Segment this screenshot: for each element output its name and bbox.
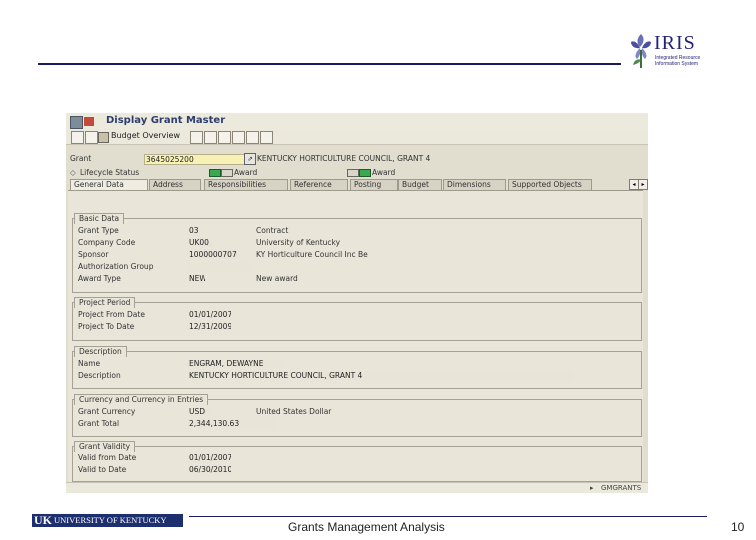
display-change-icon[interactable] <box>71 131 84 144</box>
valid-to-label: Valid to Date <box>78 465 127 474</box>
project-from-field[interactable]: 01/01/2007 <box>188 310 231 319</box>
budget-overview-label: Budget Overview <box>111 131 180 140</box>
tab-reference[interactable]: Reference <box>290 179 348 190</box>
grant-currency-field[interactable]: USD <box>188 407 213 416</box>
description-field[interactable]: KENTUCKY HORTICULTURE COUNCIL, GRANT 4 <box>188 371 573 380</box>
project-to-field[interactable]: 12/31/2009 <box>188 322 231 331</box>
tab-general-data[interactable]: General Data <box>70 179 148 190</box>
lifecycle-status-label: Lifecycle Status <box>80 168 140 177</box>
description-label: Description <box>78 371 121 380</box>
grant-description-text: KENTUCKY HORTICULTURE COUNCIL, GRANT 4 <box>257 154 431 163</box>
grant-total-label: Grant Total <box>78 419 120 428</box>
grant-type-field[interactable]: 03 <box>188 226 201 235</box>
iris-flower-icon <box>631 34 651 68</box>
company-code-description: University of Kentucky <box>256 238 341 247</box>
tab-address[interactable]: Address <box>149 179 201 190</box>
tab-dimensions[interactable]: Dimensions <box>443 179 506 190</box>
status-led-icon <box>347 169 359 177</box>
award-status-label: Award <box>234 168 258 177</box>
sponsor-field[interactable]: 1000000707 <box>188 250 239 259</box>
budget-overview-button[interactable]: Budget Overview <box>98 130 180 143</box>
grant-total-field[interactable]: 2,344,130.63 <box>188 419 275 428</box>
award-type-description: New award <box>256 274 298 283</box>
basic-data-title: Basic Data <box>74 213 125 224</box>
grant-type-label: Grant Type <box>78 226 119 235</box>
name-field[interactable]: ENGRAM, DEWAYNE <box>188 359 285 368</box>
valid-from-label: Valid from Date <box>78 453 137 462</box>
budget-icon <box>98 132 109 143</box>
grant-type-description: Contract <box>256 226 289 235</box>
sap-grant-master-window: Display Grant Master Budget Overview Gra… <box>66 113 648 493</box>
grant-currency-label: Grant Currency <box>78 407 136 416</box>
project-from-label: Project From Date <box>78 310 145 319</box>
tab-supported-objects[interactable]: Supported Objects <box>508 179 592 190</box>
iris-wordmark: IRIS <box>654 32 696 54</box>
sap-application-toolbar: Budget Overview <box>66 130 648 145</box>
other-object-icon[interactable] <box>85 131 98 144</box>
sap-title-bar: Display Grant Master <box>66 113 648 131</box>
sponsor-label: Sponsor <box>78 250 109 259</box>
toolbar-blank-button[interactable] <box>218 131 231 144</box>
company-code-field[interactable]: UK00 <box>188 238 213 247</box>
toolbar-blank-button[interactable] <box>232 131 245 144</box>
search-icon[interactable]: ⇗ <box>244 153 256 165</box>
grant-validity-group <box>72 446 642 482</box>
award-type-label: Award Type <box>78 274 121 283</box>
sap-status-bar: ▸ GMGRANTS <box>66 482 648 493</box>
uk-logo-wordmark: UNIVERSITY OF KENTUCKY <box>54 515 167 525</box>
company-code-label: Company Code <box>78 238 136 247</box>
transaction-code-text: GMGRANTS <box>601 484 642 492</box>
description-title: Description <box>74 346 127 357</box>
project-period-title: Project Period <box>74 297 136 308</box>
valid-from-field[interactable]: 01/01/2007 <box>188 453 231 462</box>
sap-menu-icon[interactable] <box>70 116 83 129</box>
uk-logo-mark: UK <box>34 513 52 527</box>
currency-title: Currency and Currency in Entries <box>74 394 209 405</box>
authorization-group-field[interactable] <box>188 262 251 271</box>
status-led-icon <box>209 169 221 177</box>
tab-responsibilities[interactable]: Responsibilities <box>204 179 288 190</box>
grant-currency-description: United States Dollar <box>256 407 332 416</box>
footer-title: Grants Management Analysis <box>288 520 445 534</box>
award-status-label: Award <box>372 168 396 177</box>
valid-to-field[interactable]: 06/30/2010 <box>188 465 231 474</box>
tab-scroll-right-icon[interactable]: ▸ <box>638 179 648 190</box>
grant-label: Grant <box>70 154 92 163</box>
toolbar-blank-button[interactable] <box>190 131 203 144</box>
toolbar-blank-button[interactable] <box>246 131 259 144</box>
grant-number-field[interactable]: 3645025200 <box>144 154 245 165</box>
sap-screen-title: Display Grant Master <box>106 115 226 126</box>
name-label: Name <box>78 359 101 368</box>
page-number: 10 <box>731 520 745 534</box>
toolbar-blank-button[interactable] <box>204 131 217 144</box>
university-of-kentucky-logo: UK UNIVERSITY OF KENTUCKY <box>32 514 183 527</box>
tab-posting[interactable]: Posting <box>350 179 398 190</box>
award-type-field[interactable]: NEW <box>188 274 205 283</box>
iris-logo: IRIS Integrated Resource Information Sys… <box>628 28 708 70</box>
grant-validity-title: Grant Validity <box>74 441 136 452</box>
status-bar-arrow-icon[interactable]: ▸ <box>590 484 594 492</box>
header-divider <box>38 63 621 65</box>
iris-tagline: Information System <box>655 61 699 67</box>
project-to-label: Project To Date <box>78 322 135 331</box>
sap-toggle-icon[interactable] <box>84 117 94 126</box>
footer-divider <box>189 516 707 517</box>
toolbar-blank-button[interactable] <box>260 131 273 144</box>
authorization-group-label: Authorization Group <box>78 262 154 271</box>
status-led-icon <box>221 169 233 177</box>
sponsor-description: KY Horticulture Council Inc Be <box>256 250 368 259</box>
tab-budget[interactable]: Budget <box>398 179 442 190</box>
project-period-group <box>72 302 642 341</box>
description-group <box>72 351 642 389</box>
collapse-arrow-icon[interactable]: ◇ <box>70 168 76 177</box>
status-led-icon <box>359 169 371 177</box>
